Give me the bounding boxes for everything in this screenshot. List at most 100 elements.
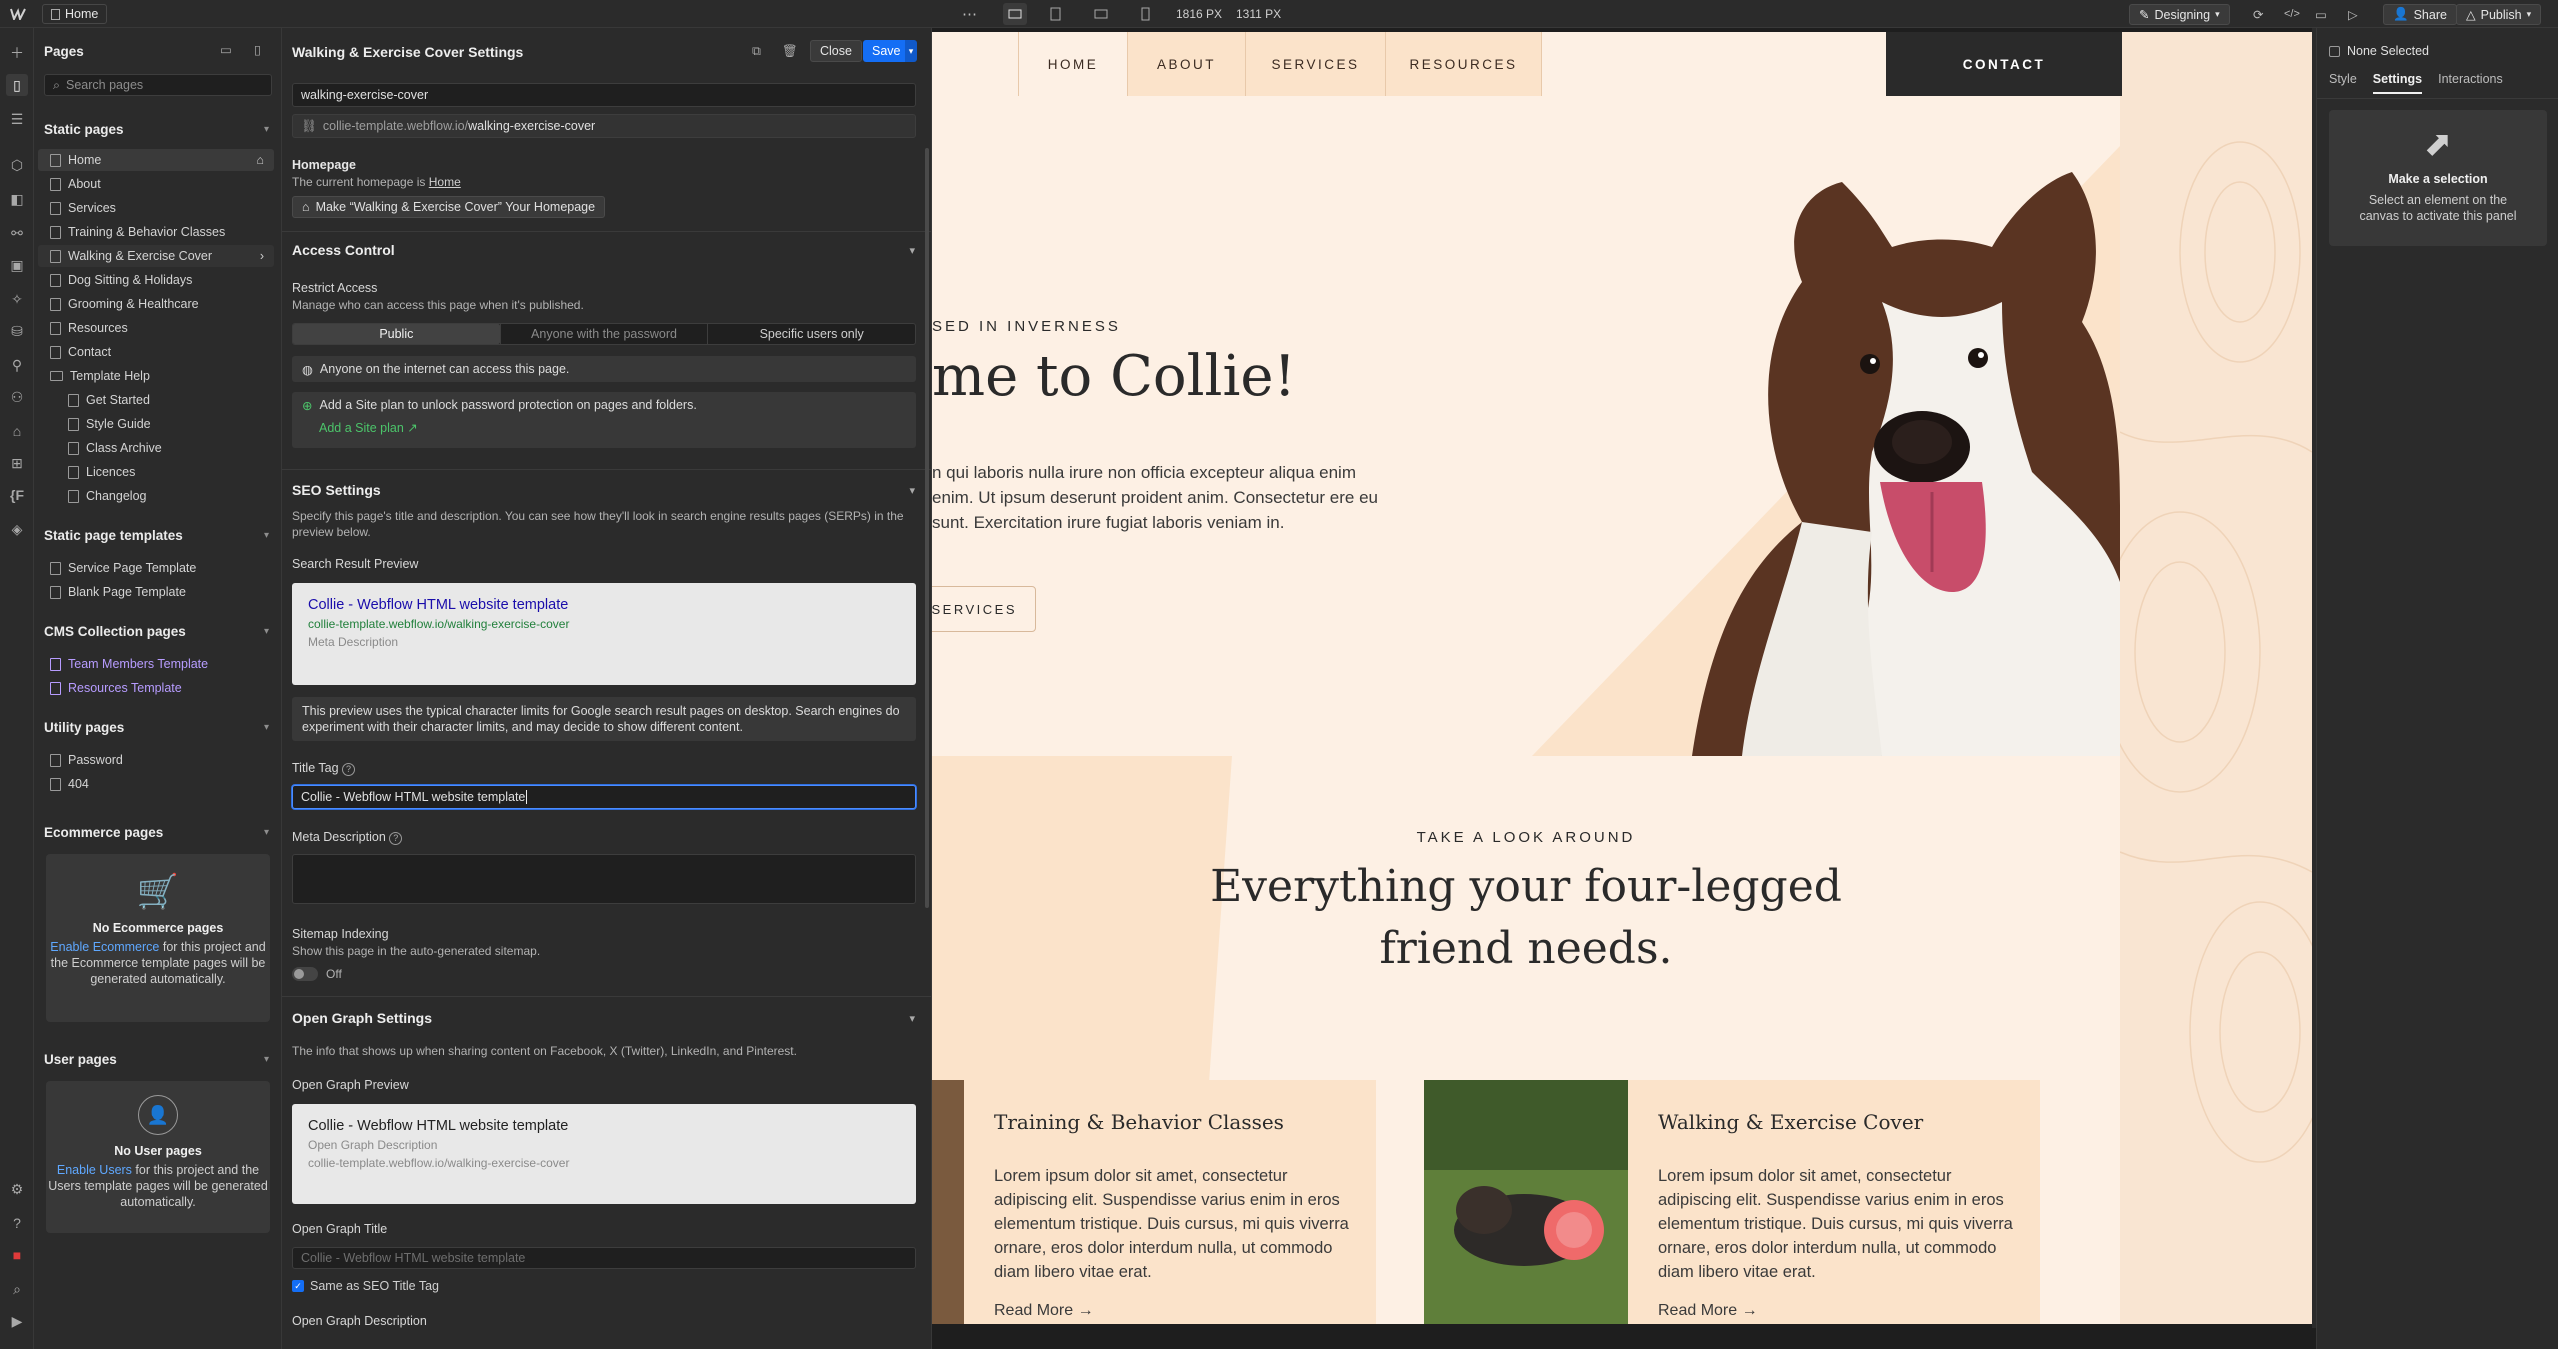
ecommerce-icon[interactable]: ⌂ (6, 420, 28, 442)
page-item-services[interactable]: Services (38, 197, 274, 219)
page-item-home[interactable]: Home ⌂ (38, 149, 274, 171)
preview-play-icon[interactable]: ▷ (2348, 0, 2358, 28)
duplicate-icon[interactable]: ⧉ (752, 44, 761, 59)
navigator-icon[interactable]: ☰ (6, 108, 28, 130)
page-item-about[interactable]: About (38, 173, 274, 195)
page-item-grooming[interactable]: Grooming & Healthcare (38, 293, 274, 315)
page-item-404[interactable]: 404 (38, 773, 274, 795)
nav-link-services[interactable]: SERVICES (1246, 32, 1386, 96)
components-icon[interactable]: ⬡ (6, 154, 28, 176)
folder-item-template-help[interactable]: Template Help (38, 365, 274, 387)
mobile-landscape-icon[interactable] (1094, 0, 1108, 28)
checkbox-checked-icon[interactable]: ✓ (292, 1280, 304, 1292)
enable-ecommerce-link[interactable]: Enable Ecommerce (50, 940, 159, 954)
nav-link-home[interactable]: HOME (1018, 32, 1128, 96)
service-card-walking[interactable]: Walking & Exercise Cover Lorem ipsum dol… (1628, 1080, 2040, 1324)
page-item-walking[interactable]: Walking & Exercise Cover › (38, 245, 274, 267)
cms-icon[interactable]: ⛁ (6, 320, 28, 342)
publish-button[interactable]: △ Publish ▾ (2456, 4, 2542, 25)
page-item-password[interactable]: Password (38, 749, 274, 771)
style-selectors-icon[interactable]: ⚯ (6, 222, 28, 244)
page-item-get-started[interactable]: Get Started (38, 389, 274, 411)
settings-scrollbar[interactable] (925, 148, 929, 908)
page-item-style-guide[interactable]: Style Guide (38, 413, 274, 435)
chevron-down-icon[interactable]: ▾ (909, 244, 915, 257)
assets-icon[interactable]: ▣ (6, 254, 28, 276)
utility-header[interactable]: Utility pages (44, 720, 124, 735)
service-card-training[interactable]: Training & Behavior Classes Lorem ipsum … (964, 1080, 1376, 1324)
canvas-width[interactable]: 1816 PX (1176, 0, 1222, 28)
nav-link-resources[interactable]: RESOURCES (1386, 32, 1542, 96)
access-option-users[interactable]: Specific users only (708, 324, 915, 344)
add-element-icon[interactable]: ＋ (6, 42, 28, 64)
site-preview[interactable]: HOME ABOUT SERVICES RESOURCES CONTACT SE… (932, 32, 2312, 1324)
search-pages-input[interactable]: ⌕ Search pages (44, 74, 272, 96)
chevron-down-icon[interactable]: ▾ (909, 1012, 915, 1025)
save-button[interactable]: Save (863, 40, 910, 62)
cms-header[interactable]: CMS Collection pages (44, 624, 186, 639)
templates-header[interactable]: Static page templates (44, 528, 183, 543)
access-option-public[interactable]: Public (293, 324, 500, 344)
page-item-resources[interactable]: Resources (38, 317, 274, 339)
page-selector[interactable]: Home (42, 4, 108, 24)
user-pages-header[interactable]: User pages (44, 1052, 117, 1067)
meta-description-textarea[interactable] (292, 854, 916, 904)
tab-interactions[interactable]: Interactions (2438, 72, 2503, 94)
variables-icon[interactable]: ◧ (6, 188, 28, 210)
chevron-down-icon[interactable]: ▾ (264, 827, 269, 838)
share-button[interactable]: 👤 Share (2383, 4, 2457, 25)
read-more-link[interactable]: Read More → (1658, 1302, 1758, 1320)
nav-link-contact[interactable]: CONTACT (1886, 32, 2122, 96)
read-more-link[interactable]: Read More → (994, 1302, 1094, 1320)
canvas-height[interactable]: 1311 PX (1236, 0, 1281, 28)
design-canvas[interactable]: HOME ABOUT SERVICES RESOURCES CONTACT SE… (932, 28, 2316, 1349)
chevron-down-icon[interactable]: ▾ (264, 1054, 269, 1065)
page-item-class-archive[interactable]: Class Archive (38, 437, 274, 459)
logic-icon[interactable]: ⚲ (6, 354, 28, 376)
desktop-breakpoint-icon[interactable] (1003, 3, 1027, 25)
pages-icon[interactable]: ▯ (6, 74, 28, 96)
page-item-changelog[interactable]: Changelog (38, 485, 274, 507)
mobile-portrait-icon[interactable] (1141, 0, 1151, 28)
title-tag-input[interactable]: Collie - Webflow HTML website template (292, 785, 916, 809)
chevron-right-icon[interactable]: › (260, 249, 264, 263)
webflow-logo-icon[interactable] (6, 0, 30, 28)
audit-icon[interactable]: ■ (6, 1244, 28, 1266)
mode-switcher[interactable]: ✎ Designing ▾ (2129, 4, 2230, 25)
og-title-input[interactable]: Collie - Webflow HTML website template (292, 1247, 916, 1269)
page-item-blank-template[interactable]: Blank Page Template (38, 581, 274, 603)
chevron-down-icon[interactable]: ▾ (909, 484, 915, 497)
settings-gear-icon[interactable]: ⚙ (6, 1178, 28, 1200)
page-item-dog-sitting[interactable]: Dog Sitting & Holidays (38, 269, 274, 291)
tab-style[interactable]: Style (2329, 72, 2357, 94)
page-item-resources-template[interactable]: Resources Template (38, 677, 274, 699)
ecommerce-header[interactable]: Ecommerce pages (44, 825, 163, 840)
page-item-training[interactable]: Training & Behavior Classes (38, 221, 274, 243)
hero-services-button[interactable]: SERVICES (932, 586, 1036, 632)
chevron-down-icon[interactable]: ▾ (264, 626, 269, 637)
close-button[interactable]: Close (810, 40, 862, 62)
comment-icon[interactable]: ▭ (2315, 0, 2327, 28)
more-icon[interactable]: ⋯ (962, 0, 977, 28)
integrations-icon[interactable]: ⊞ (6, 452, 28, 474)
chevron-down-icon[interactable]: ▾ (264, 530, 269, 541)
chevron-down-icon[interactable]: ▾ (264, 722, 269, 733)
video-icon[interactable]: ▶ (6, 1310, 28, 1332)
page-item-service-template[interactable]: Service Page Template (38, 557, 274, 579)
new-folder-icon[interactable]: ▭ (220, 42, 232, 57)
page-item-licences[interactable]: Licences (38, 461, 274, 483)
open-graph-header[interactable]: Open Graph Settings (292, 1010, 432, 1026)
code-icon[interactable]: </> (2284, 0, 2300, 28)
enable-users-link[interactable]: Enable Users (57, 1163, 132, 1177)
make-homepage-button[interactable]: ⌂ Make “Walking & Exercise Cover” Your H… (292, 196, 606, 218)
sync-icon[interactable]: ⟳ (2253, 0, 2263, 28)
static-pages-header[interactable]: Static pages (44, 122, 124, 137)
users-icon[interactable]: ⚇ (6, 386, 28, 408)
new-page-icon[interactable]: ▯ (254, 42, 261, 57)
marketplace-icon[interactable]: ◈ (6, 518, 28, 540)
nav-link-about[interactable]: ABOUT (1128, 32, 1246, 96)
page-item-team-members-template[interactable]: Team Members Template (38, 653, 274, 675)
access-option-password[interactable]: Anyone with the password (499, 324, 709, 344)
page-item-contact[interactable]: Contact (38, 341, 274, 363)
add-site-plan-link[interactable]: Add a Site plan ↗ (319, 420, 906, 435)
